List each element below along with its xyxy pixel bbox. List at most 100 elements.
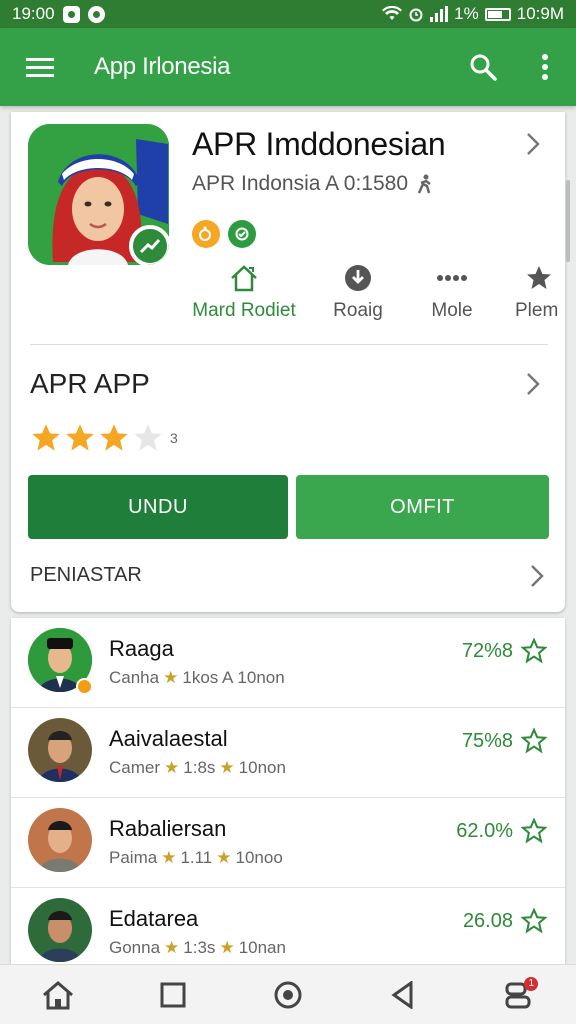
star-filled-icon xyxy=(100,424,128,451)
nav-home-circle[interactable] xyxy=(260,967,316,1023)
list-item-meta: Canha ★ 1kos A 10non xyxy=(109,668,285,688)
nav-back[interactable] xyxy=(375,967,431,1023)
app-actions-row: Mard Rodiet Roaig Mole Plem xyxy=(181,262,565,332)
meta-left: Gonna xyxy=(109,938,161,957)
star-icon: ★ xyxy=(164,938,180,957)
download-icon xyxy=(345,265,371,291)
action-download-label: Roaig xyxy=(333,300,383,321)
chevron-right-icon xyxy=(527,373,540,395)
favorite-star-icon[interactable] xyxy=(521,908,547,934)
peniastar-link[interactable]: PENIASTAR xyxy=(30,564,142,587)
battery-percent: 1% xyxy=(454,4,479,23)
star-icon: ★ xyxy=(216,848,232,867)
more-icon xyxy=(437,275,467,281)
list-item-meta: Paima ★ 1.11 ★ 10noo xyxy=(109,848,283,868)
star-filled-icon xyxy=(66,424,94,451)
wheelchair-icon xyxy=(199,226,211,241)
list-item[interactable]: Edatarea Gonna ★ 1:3s ★ 10nan 26.08 xyxy=(11,888,565,964)
favorite-star-icon[interactable] xyxy=(521,818,547,844)
chevron-right-icon xyxy=(531,565,544,587)
app-name: APR Imddonesian xyxy=(192,126,446,162)
meta-mid: 1.11 xyxy=(180,848,213,867)
status-time-right: 10:9M xyxy=(516,4,564,23)
meta-right: 10nan xyxy=(238,938,286,957)
category-chip-green[interactable] xyxy=(228,220,256,248)
person-run-icon xyxy=(417,174,431,194)
status-time-left: 19:00 xyxy=(12,4,55,23)
online-badge xyxy=(76,678,93,695)
home-icon xyxy=(42,980,73,1009)
rating-count: 3 xyxy=(170,430,178,446)
battery-icon xyxy=(484,7,511,21)
list-item-name: Edatarea xyxy=(109,906,199,931)
divider xyxy=(30,344,548,345)
more-vert-icon xyxy=(542,54,548,80)
search-icon xyxy=(470,54,497,81)
action-more[interactable]: Mole xyxy=(407,262,497,322)
undu-button[interactable]: UNDU xyxy=(28,475,288,539)
nav-home[interactable] xyxy=(30,967,86,1023)
section-title: APR APP xyxy=(30,368,150,399)
status-bar: 19:00 1% 10:9M xyxy=(0,0,576,28)
meta-mid: 1:8s xyxy=(183,758,216,777)
meta-left: Paima xyxy=(109,848,158,867)
star-icon: ★ xyxy=(219,938,235,957)
category-chips xyxy=(192,220,256,248)
person-avatar-icon xyxy=(28,898,92,962)
meta-left: Camer xyxy=(109,758,161,777)
back-triangle-icon xyxy=(391,980,413,1009)
person-avatar-icon xyxy=(28,808,92,872)
peniastar-chevron[interactable] xyxy=(523,562,551,590)
circle-icon xyxy=(274,981,302,1008)
meta-right: 10noo xyxy=(235,848,283,867)
meta-mid: 1:3s xyxy=(183,938,216,957)
omfit-button[interactable]: OMFIT xyxy=(296,475,549,539)
app-detail-chevron[interactable] xyxy=(519,130,547,158)
section-chevron[interactable] xyxy=(519,370,547,398)
meta-left: Canha xyxy=(109,668,160,687)
search-button[interactable] xyxy=(452,28,514,106)
nav-recents[interactable] xyxy=(145,967,201,1023)
action-home-label: Mard Rodiet xyxy=(192,300,296,321)
app-detail-card: APR Imddonesian APR Indonsia A 0:1580 Ma… xyxy=(11,112,565,612)
action-download[interactable]: Roaig xyxy=(313,262,403,322)
list-item-meta: Camer ★ 1:8s ★ 10non xyxy=(109,758,286,778)
list-item-meta: Gonna ★ 1:3s ★ 10nan xyxy=(109,938,286,958)
star-empty-icon xyxy=(134,424,162,451)
action-star-label: Plem xyxy=(515,300,559,321)
star-filled-icon xyxy=(32,424,60,451)
action-star[interactable]: Plem xyxy=(515,262,565,322)
alarm-icon xyxy=(409,8,423,22)
list-item-score: 75%8 xyxy=(461,730,513,752)
action-home[interactable]: Mard Rodiet xyxy=(189,262,299,322)
square-icon xyxy=(160,982,186,1007)
chevron-right-icon xyxy=(527,133,540,155)
nav-notifications[interactable]: 1 xyxy=(490,967,546,1023)
scrollbar[interactable] xyxy=(566,180,570,262)
list-item[interactable]: Aaivalaestal Camer ★ 1:8s ★ 10non 75%8 xyxy=(11,708,565,798)
star-icon: ★ xyxy=(219,758,235,777)
category-chip-orange[interactable] xyxy=(192,220,220,248)
notification-icon xyxy=(62,5,80,23)
notification-icon-2 xyxy=(87,5,105,23)
overflow-menu-button[interactable] xyxy=(514,28,576,106)
meta-right: 10non xyxy=(238,758,286,777)
star-icon xyxy=(527,266,551,289)
star-icon: ★ xyxy=(163,668,179,687)
wifi-icon xyxy=(382,6,403,20)
favorite-star-icon[interactable] xyxy=(521,638,547,664)
meta-right: 10non xyxy=(237,668,285,687)
avatar xyxy=(28,808,92,872)
refresh-icon xyxy=(235,227,249,241)
app-subtitle: APR Indonsia A 0:1580 xyxy=(192,172,408,195)
app-icon[interactable] xyxy=(28,124,169,265)
app-bar-title: App Irlonesia xyxy=(94,53,231,80)
menu-button[interactable] xyxy=(0,28,80,106)
favorite-star-icon[interactable] xyxy=(521,728,547,754)
app-subtitle-row: APR Indonsia A 0:1580 xyxy=(192,172,434,196)
action-more-label: Mole xyxy=(431,300,473,321)
list-item-name: Raaga xyxy=(109,636,174,661)
list-item[interactable]: Rabaliersan Paima ★ 1.11 ★ 10noo 62.0% xyxy=(11,798,565,888)
list-item[interactable]: Raaga Canha ★ 1kos A 10non 72%8 xyxy=(11,618,565,708)
verified-badge xyxy=(129,225,169,265)
